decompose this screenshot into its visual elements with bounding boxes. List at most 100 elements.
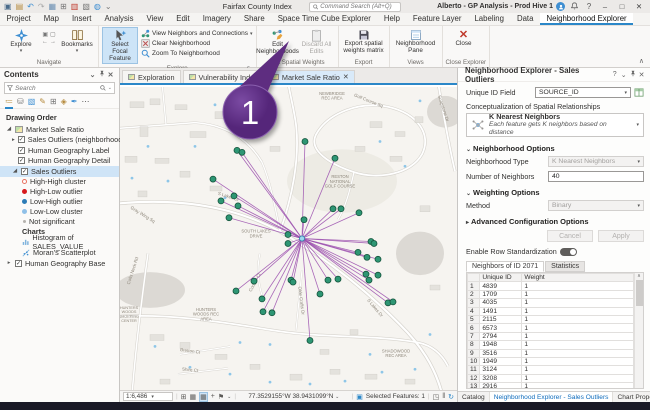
focal-feature-point[interactable] — [299, 236, 304, 241]
chevron-down-icon[interactable]: ⌄ — [227, 394, 231, 400]
avatar[interactable] — [556, 2, 565, 11]
filter-icon[interactable] — [7, 85, 13, 91]
layer-human-geography-label[interactable]: ✓ Human Geography Label — [0, 145, 119, 156]
table-row[interactable]: 819481 — [468, 341, 634, 349]
neighbor-point[interactable] — [285, 232, 291, 238]
neighbor-point[interactable] — [330, 206, 336, 212]
undo-icon[interactable]: ↶ — [27, 2, 34, 11]
layer-market-sale-ratio[interactable]: ◢ Market Sale Ratio — [0, 124, 119, 135]
neighbor-point[interactable] — [226, 215, 232, 221]
layer-human-geography-base[interactable]: ▸ ✓ Human Geography Base — [0, 258, 119, 269]
neighbor-point[interactable] — [366, 277, 372, 283]
command-search[interactable] — [309, 2, 401, 12]
table-row[interactable]: 414911 — [468, 307, 634, 315]
pin-icon[interactable] — [97, 70, 106, 79]
menu-tab-neighborhood-explorer[interactable]: Neighborhood Explorer — [540, 13, 633, 25]
table-row[interactable]: 1329161 — [468, 383, 634, 389]
selection-icon[interactable]: ▧ — [28, 97, 36, 107]
checkbox-checked[interactable]: ✓ — [18, 157, 25, 164]
neighbor-point[interactable] — [375, 256, 381, 262]
previous-extent-icon[interactable]: ← — [42, 39, 48, 45]
menu-tab-data[interactable]: Data — [510, 13, 539, 25]
menu-tab-analysis[interactable]: Analysis — [98, 13, 140, 25]
tab-statistics[interactable]: Statistics — [545, 261, 585, 272]
weight-header[interactable]: Weight — [522, 274, 634, 282]
help-icon[interactable]: ? — [610, 71, 619, 78]
close-window-button[interactable]: ✕ — [632, 2, 646, 11]
neighbor-point[interactable] — [269, 310, 275, 316]
snap-grid-icon[interactable]: ▦ — [199, 392, 208, 402]
flag-icon[interactable]: ⚑ — [218, 393, 224, 401]
layer-sales-outliers-neighborhood[interactable]: ▸ ✓ Sales Outliers (neighborhood) — [0, 135, 119, 146]
minimize-button[interactable]: – — [598, 2, 612, 11]
neighbor-point[interactable] — [239, 149, 245, 155]
field-table-icon[interactable] — [634, 88, 644, 97]
table-row[interactable]: 521151 — [468, 315, 634, 323]
neighbor-point[interactable] — [302, 138, 308, 144]
command-search-input[interactable] — [320, 3, 397, 10]
fixed-zoom-out-icon[interactable]: ▢ — [50, 31, 56, 38]
open-project-icon[interactable]: ▤ — [16, 2, 24, 11]
scrollbar-thumb[interactable] — [636, 280, 643, 306]
redo-icon[interactable]: ↷ — [38, 2, 45, 11]
grid-icon[interactable]: ▦ — [190, 393, 197, 401]
zoom-to-neighborhood-button[interactable]: Zoom To Neighborhood — [141, 49, 253, 58]
pin-icon[interactable] — [628, 70, 637, 79]
pane-tab-catalog[interactable]: Catalog — [458, 392, 490, 402]
new-map-icon[interactable]: ▦ — [49, 2, 57, 11]
neighbor-point[interactable] — [325, 277, 331, 283]
map-canvas[interactable]: NEWBRIDGEREC AREAGolf Course SqSoapstone… — [120, 87, 457, 390]
table-row[interactable]: 665731 — [468, 324, 634, 332]
checkbox-checked[interactable]: ✓ — [18, 147, 25, 154]
neighbor-point[interactable] — [290, 279, 296, 285]
neighbor-point[interactable] — [233, 288, 239, 294]
add-data-icon[interactable]: ⊞ — [60, 2, 67, 11]
checkbox-checked[interactable]: ✓ — [18, 136, 25, 143]
crosshair-icon[interactable]: + — [211, 393, 215, 400]
close-explorer-button[interactable]: ✕ Close — [446, 27, 482, 49]
neighbor-point[interactable] — [210, 176, 216, 182]
view-tab-vulnerability-index[interactable]: Vulnerability Index — [183, 70, 264, 83]
view-tab-market-sale-ratio[interactable]: Market Sale Ratio✕ — [266, 70, 355, 83]
bookmarks-button[interactable]: Bookmarks▾ — [59, 27, 95, 55]
export-spatial-weights-button[interactable]: Export spatial weights matrix — [342, 27, 386, 56]
table-row[interactable]: 935161 — [468, 349, 634, 357]
neighbor-point[interactable] — [332, 155, 338, 161]
conceptualization-select[interactable]: K Nearest Neighbors Each feature gets K … — [466, 113, 644, 137]
portal-icon[interactable]: ◍ — [94, 2, 101, 11]
expander-icon[interactable]: ▸ — [6, 260, 12, 266]
pane-menu-chevron-icon[interactable]: ⌄ — [619, 71, 628, 79]
maximize-button[interactable]: □ — [615, 2, 629, 11]
menu-tab-view[interactable]: View — [140, 13, 170, 25]
menu-tab-share[interactable]: Share — [237, 13, 271, 25]
select-focal-feature-button[interactable]: Select Focal Feature — [102, 27, 138, 64]
layer-sales-outliers[interactable]: ◢ ✓ Sales Outliers — [0, 166, 119, 177]
neighborhood-pane-button[interactable]: Neighborhood Pane — [393, 27, 439, 56]
section-advanced-options[interactable]: ▸Advanced Configuration Options — [466, 217, 644, 226]
scale-select[interactable]: 1:6,486▾ — [123, 392, 173, 401]
chevron-down-icon[interactable]: ⌄ — [108, 85, 112, 91]
menu-tab-edit[interactable]: Edit — [170, 13, 196, 25]
expander-icon[interactable]: ▸ — [12, 137, 15, 143]
expander-icon[interactable]: ◢ — [12, 168, 18, 174]
clear-neighborhood-button[interactable]: Clear Neighborhood — [141, 39, 253, 48]
neighbor-point[interactable] — [307, 338, 313, 344]
checkbox-checked[interactable]: ✓ — [21, 168, 28, 175]
checkbox-checked[interactable]: ✓ — [15, 260, 22, 267]
search-icon[interactable] — [100, 85, 106, 91]
close-pane-icon[interactable]: ✕ — [637, 71, 646, 79]
data-source-icon[interactable]: ⛁ — [17, 97, 24, 107]
save-project-icon[interactable]: ▣ — [4, 2, 12, 11]
catalog-pane-icon[interactable]: ▧ — [82, 2, 90, 11]
next-extent-icon[interactable]: → — [50, 39, 56, 45]
pane-tab-neighborhood-explorer-sales-outliers[interactable]: Neighborhood Explorer - Sales Outliers — [490, 392, 614, 402]
expander-icon[interactable]: ◢ — [6, 126, 12, 132]
neighbor-point[interactable] — [335, 276, 341, 282]
nav-extent-buttons[interactable]: ▣▢ ←→ — [42, 27, 56, 45]
table-row[interactable]: 340351 — [468, 299, 634, 307]
drawing-order-icon[interactable]: ≔ — [5, 97, 13, 107]
add-layer-icon[interactable]: ⊞ — [181, 393, 187, 401]
neighbor-point[interactable] — [231, 193, 237, 199]
row-standardization-toggle[interactable] — [560, 248, 577, 256]
table-icon[interactable]: ⊞ — [50, 97, 57, 107]
